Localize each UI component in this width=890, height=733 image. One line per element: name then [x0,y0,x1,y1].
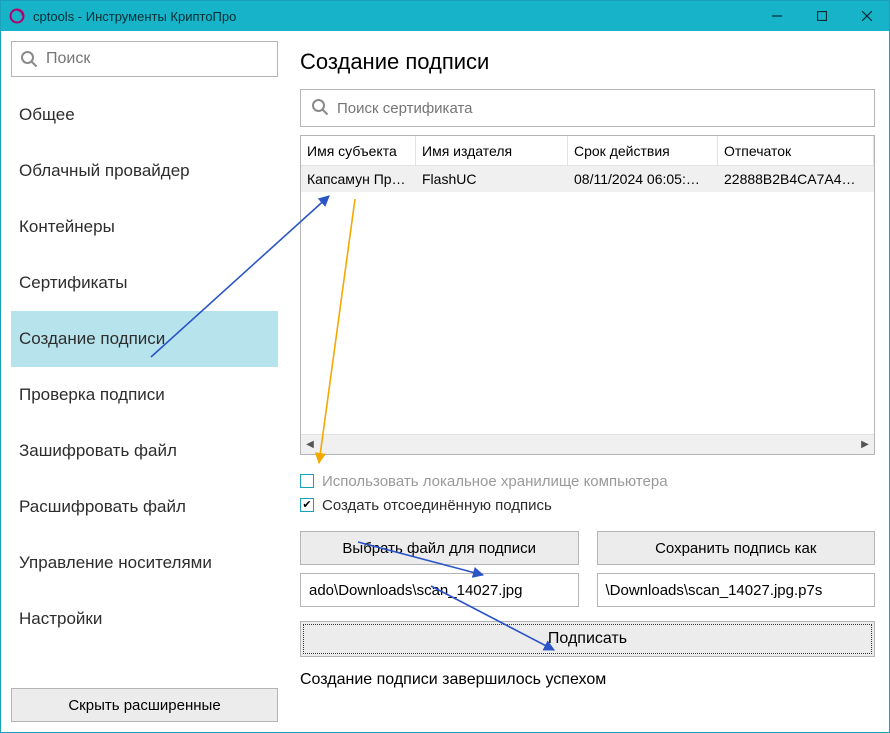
scroll-left-icon[interactable]: ◀ [301,435,319,454]
nav-label: Управление носителями [19,553,212,573]
path-text: \Downloads\scan_14027.jpg.p7s [606,582,823,599]
sidebar-search[interactable] [11,41,278,77]
hide-advanced-button[interactable]: Скрыть расширенные [11,688,278,722]
nav-list: Общее Облачный провайдер Контейнеры Серт… [11,87,278,688]
save-signature-as-button[interactable]: Сохранить подпись как [597,531,876,565]
nav-label: Расшифровать файл [19,497,186,517]
button-label: Выбрать файл для подписи [342,540,536,557]
col-validity[interactable]: Срок действия [568,136,718,165]
button-label: Сохранить подпись как [655,540,816,557]
nav-item-decrypt-file[interactable]: Расшифровать файл [11,479,278,535]
titlebar: cptools - Инструменты КриптоПро [1,1,889,31]
nav-item-general[interactable]: Общее [11,87,278,143]
nav-label: Создание подписи [19,329,165,349]
minimize-button[interactable] [754,1,799,31]
cell-subject: Капсамун Пр… [301,166,416,192]
table-row[interactable]: Капсамун Пр… FlashUC 08/11/2024 06:05:… … [301,166,874,192]
scroll-right-icon[interactable]: ▶ [856,435,874,454]
app-window: cptools - Инструменты КриптоПро Общее Об… [0,0,890,733]
cell-thumbprint: 22888B2B4CA7A4… [718,166,874,192]
nav-item-verify-signature[interactable]: Проверка подписи [11,367,278,423]
nav-label: Облачный провайдер [19,161,190,181]
sidebar-search-input[interactable] [46,50,269,68]
nav-label: Сертификаты [19,273,127,293]
nav-label: Контейнеры [19,217,115,237]
page-title: Создание подписи [300,49,875,75]
checkbox-icon [300,474,314,488]
choose-file-button[interactable]: Выбрать файл для подписи [300,531,579,565]
checkbox-label: Использовать локальное хранилище компьют… [322,473,668,490]
table-header: Имя субъекта Имя издателя Срок действия … [301,136,874,166]
nav-item-create-signature[interactable]: Создание подписи [11,311,278,367]
cert-search-input[interactable] [337,100,864,117]
cert-table: Имя субъекта Имя издателя Срок действия … [300,135,875,455]
col-thumbprint[interactable]: Отпечаток [718,136,874,165]
table-body: Капсамун Пр… FlashUC 08/11/2024 06:05:… … [301,166,874,434]
checkbox-detached-signature[interactable]: ✔ Создать отсоединённую подпись [300,493,875,517]
checkbox-icon: ✔ [300,498,314,512]
sidebar: Общее Облачный провайдер Контейнеры Серт… [1,31,286,732]
checkbox-use-local-store[interactable]: Использовать локальное хранилище компьют… [300,469,875,493]
nav-item-containers[interactable]: Контейнеры [11,199,278,255]
cell-issuer: FlashUC [416,166,568,192]
search-icon [311,98,329,119]
app-icon [9,8,25,24]
cell-validity: 08/11/2024 06:05:… [568,166,718,192]
nav-label: Настройки [19,609,102,629]
close-button[interactable] [844,1,889,31]
horizontal-scrollbar[interactable]: ◀ ▶ [301,434,874,454]
button-label: Подписать [548,630,627,648]
checkbox-label: Создать отсоединённую подпись [322,497,552,514]
status-text: Создание подписи завершилось успехом [300,671,875,689]
col-subject[interactable]: Имя субъекта [301,136,416,165]
nav-item-settings[interactable]: Настройки [11,591,278,647]
output-file-path[interactable]: \Downloads\scan_14027.jpg.p7s [597,573,876,607]
nav-item-manage-media[interactable]: Управление носителями [11,535,278,591]
nav-label: Проверка подписи [19,385,165,405]
input-file-path[interactable]: ado\Downloads\scan_14027.jpg [300,573,579,607]
window-title: cptools - Инструменты КриптоПро [33,9,754,24]
nav-label: Общее [19,105,75,125]
nav-item-encrypt-file[interactable]: Зашифровать файл [11,423,278,479]
main-panel: Создание подписи Имя субъекта Имя издате… [286,31,889,732]
nav-item-cloud-provider[interactable]: Облачный провайдер [11,143,278,199]
maximize-button[interactable] [799,1,844,31]
window-buttons [754,1,889,31]
col-issuer[interactable]: Имя издателя [416,136,568,165]
nav-label: Зашифровать файл [19,441,177,461]
sign-button[interactable]: Подписать [300,621,875,657]
cert-search[interactable] [300,89,875,127]
path-text: ado\Downloads\scan_14027.jpg [309,582,523,599]
hide-advanced-label: Скрыть расширенные [68,697,220,714]
search-icon [20,50,38,68]
nav-item-certificates[interactable]: Сертификаты [11,255,278,311]
